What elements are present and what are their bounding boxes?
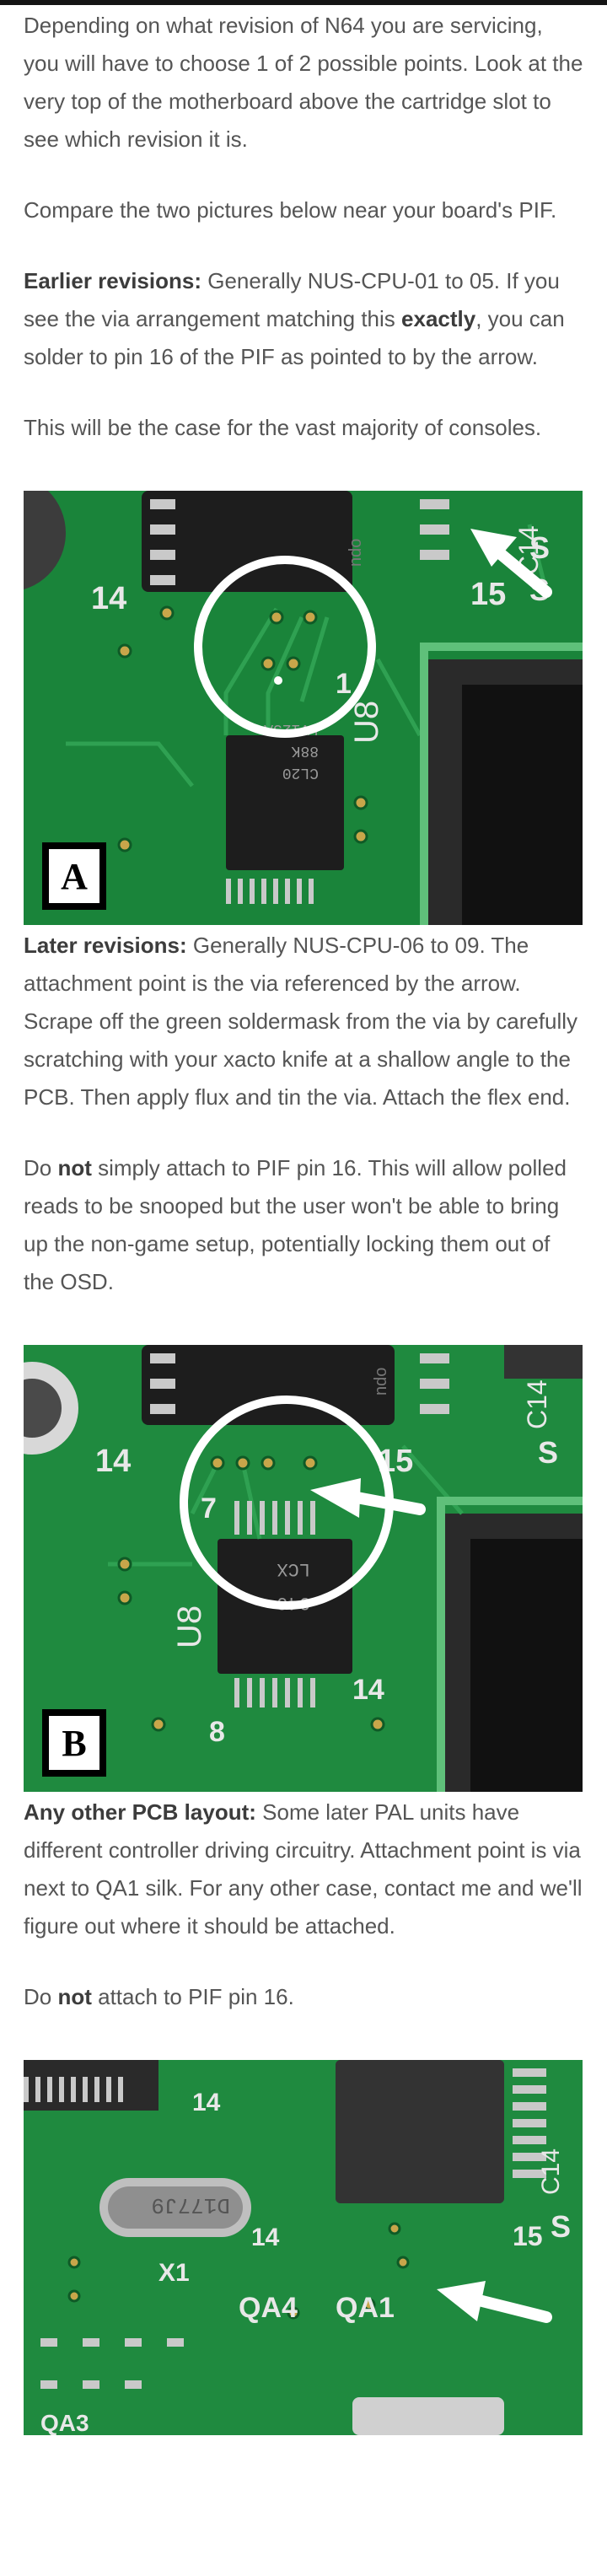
photo-badge-a: A xyxy=(42,842,106,910)
silk-c14: C14 xyxy=(522,1379,552,1429)
not-emphasis-2: not xyxy=(57,1984,92,2009)
later-p2-text-a: Do xyxy=(24,1155,58,1180)
silk-14: 14 xyxy=(95,1444,131,1479)
silk-u8: U8 xyxy=(348,701,385,744)
pcb-photo-b: 14 15 7 8 14 S U8 C14 ndo 946 LCX B xyxy=(24,1345,583,1792)
earlier-revisions-label: Earlier revisions: xyxy=(24,268,201,293)
later-paragraph-2: Do not simply attach to PIF pin 16. This… xyxy=(24,1149,583,1301)
intro-paragraph-1: Depending on what revision of N64 you ar… xyxy=(24,13,583,152)
chip-marking: ndo xyxy=(372,1368,390,1396)
pcb-photo-a-graphic: 14 15 1 S S U8 C14 ndo CL20 88K LV125A xyxy=(24,491,583,925)
later-paragraph-1: Later revisions: Generally NUS-CPU-06 to… xyxy=(24,927,583,1116)
later-p2-text-b: simply attach to PIF pin 16. This will a… xyxy=(24,1155,567,1294)
intro-paragraph-4: This will be the case for the vast major… xyxy=(24,415,542,440)
silk-qa1: QA1 xyxy=(336,2292,395,2324)
pcb-photo-c: 14 14 X1 QA4 QA1 15 S QA3 D177J9 C14 xyxy=(24,2060,583,2435)
other-layout-label: Any other PCB layout: xyxy=(24,1799,256,1825)
not-emphasis: not xyxy=(57,1155,92,1180)
silk-15: 15 xyxy=(513,2221,543,2251)
silk-s: S xyxy=(538,1435,558,1470)
silk-u8: U8 xyxy=(171,1605,208,1648)
exactly-emphasis: exactly xyxy=(401,306,476,331)
silk-15: 15 xyxy=(470,577,506,612)
pcb-photo-a: 14 15 1 S S U8 C14 ndo CL20 88K LV125A A xyxy=(24,491,583,925)
silk-1: 1 xyxy=(336,668,352,700)
silk-qa3: QA3 xyxy=(40,2410,89,2435)
silk-qa4: QA4 xyxy=(239,2292,298,2324)
other-paragraph-1: Any other PCB layout: Some later PAL uni… xyxy=(24,1794,583,1945)
chip-marking: ndo xyxy=(346,539,365,567)
pcb-photo-c-graphic: 14 14 X1 QA4 QA1 15 S QA3 D177J9 C14 xyxy=(24,2060,583,2435)
later-p1-text: Generally NUS-CPU-06 to 09. The attachme… xyxy=(24,933,578,1110)
later-revisions-section: Later revisions: Generally NUS-CPU-06 to… xyxy=(0,927,607,1301)
photo-badge-b: B xyxy=(42,1709,106,1777)
silk-8: 8 xyxy=(209,1716,225,1748)
other-p2-text-a: Do xyxy=(24,1984,58,2009)
intro-paragraph-2: Compare the two pictures below near your… xyxy=(24,197,557,223)
silk-14-b: 14 xyxy=(352,1674,384,1706)
other-paragraph-2: Do not attach to PIF pin 16. xyxy=(24,1978,583,2016)
chip-text-1: CL20 xyxy=(282,764,319,781)
silk-7: 7 xyxy=(201,1492,217,1525)
silk-14: 14 xyxy=(192,2089,221,2116)
chip-text-2: 88K xyxy=(291,742,319,759)
later-revisions-label: Later revisions: xyxy=(24,933,187,958)
silk-x1: X1 xyxy=(158,2259,190,2287)
chip-text-2: LCX xyxy=(277,1558,310,1579)
crystal-marking: D177J9 xyxy=(151,2192,230,2218)
silk-c14: C14 xyxy=(537,2148,565,2195)
article-intro: Depending on what revision of N64 you ar… xyxy=(0,5,607,447)
silk-s: S xyxy=(551,2209,571,2244)
other-p2-text-b: attach to PIF pin 16. xyxy=(91,1984,294,2009)
pcb-photo-b-graphic: 14 15 7 8 14 S U8 C14 ndo 946 LCX xyxy=(24,1345,583,1792)
silk-14-b: 14 xyxy=(251,2224,280,2251)
intro-paragraph-3: Earlier revisions: Generally NUS-CPU-01 … xyxy=(24,262,583,376)
other-layout-section: Any other PCB layout: Some later PAL uni… xyxy=(0,1794,607,2016)
silk-14: 14 xyxy=(91,581,126,616)
